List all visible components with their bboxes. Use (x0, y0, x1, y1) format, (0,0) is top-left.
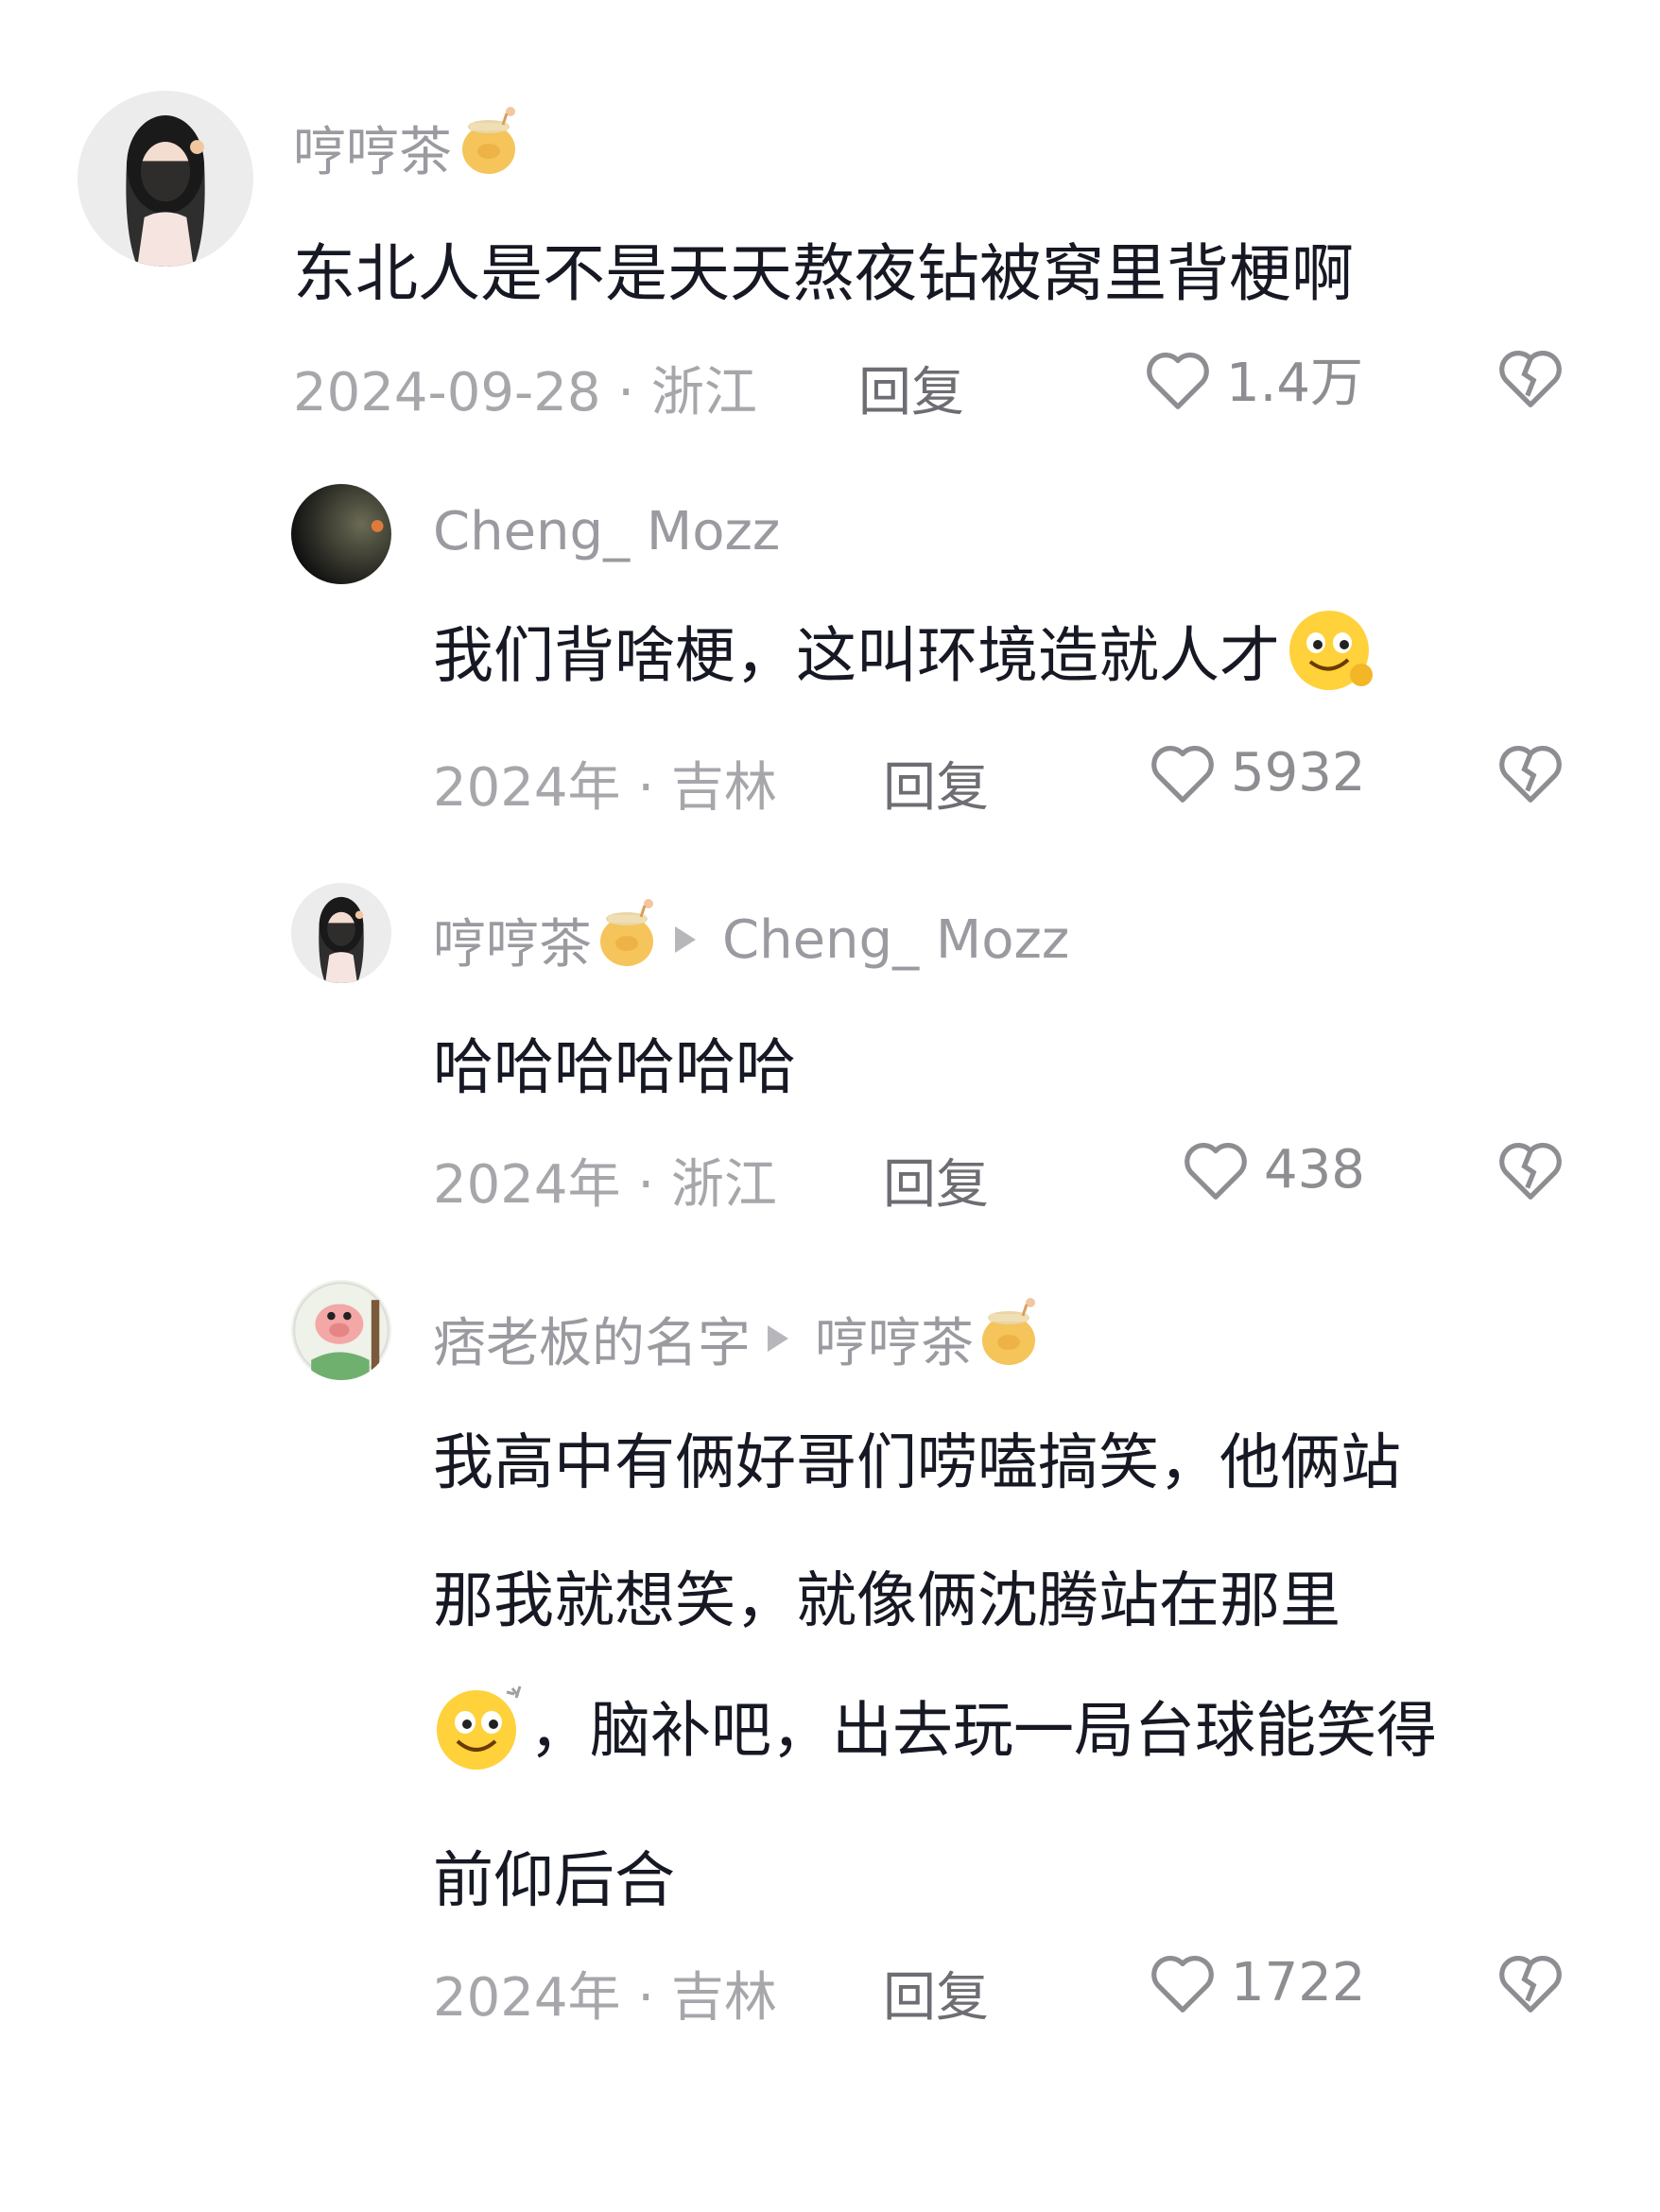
reply-to-name[interactable]: 哼哼茶 (815, 1301, 974, 1377)
smirk-ok-emoji-icon (1284, 607, 1378, 713)
heart-outline-icon (1184, 1143, 1247, 1200)
honey-jar-badge-icon (977, 1297, 1040, 1380)
reply-triangle-icon (675, 926, 696, 953)
comment-content-line: 那我就想笑，就像俩沈腾站在那里 (433, 1566, 1340, 1636)
comment-item: 哼哼茶 东北人是不是天天熬夜钻被窝里背梗啊 2024-09-28 · 浙江 回复… (0, 0, 1660, 423)
like-count: 5932 (1231, 741, 1366, 804)
author-name[interactable]: Cheng_ Mozz (433, 501, 780, 562)
comment-author[interactable]: Cheng_ Mozz (433, 501, 780, 562)
comment-content: 我们背啥梗，这叫环境造就人才 (433, 607, 1378, 713)
content-text: 我们背啥梗，这叫环境造就人才 (433, 621, 1280, 692)
content-text: ，脑补吧，出去玩一局台球能笑得 (529, 1696, 1437, 1767)
comment-meta: 2024年 · 吉林 (433, 1967, 777, 2029)
reply-to-name[interactable]: Cheng_ Mozz (722, 909, 1069, 971)
comment-content-line: 我高中有俩好哥们唠嗑搞笑，他俩站 (433, 1428, 1401, 1498)
heart-outline-icon (1147, 352, 1209, 409)
author-name[interactable]: 哼哼茶 (433, 902, 592, 978)
broken-heart-icon (1499, 351, 1562, 407)
comment-meta: 2024年 · 吉林 (433, 757, 777, 819)
author-name[interactable]: 哼哼茶 (293, 110, 452, 186)
reply-item: 痞老板的名字 哼哼茶 我高中有俩好哥们唠嗑搞笑，他俩站 那我就想笑，就像俩沈腾站… (0, 1257, 1660, 2108)
comment-meta: 2024-09-28 · 浙江 (293, 362, 757, 423)
dislike-button[interactable] (1492, 340, 1569, 418)
heart-outline-icon (1151, 746, 1214, 803)
reply-button[interactable]: 回复 (858, 350, 964, 426)
reply-button[interactable]: 回复 (883, 745, 989, 821)
like-button[interactable]: 438 (1177, 1132, 1365, 1206)
broken-heart-icon (1499, 1956, 1562, 2013)
reply-button[interactable]: 回复 (883, 1142, 989, 1218)
dislike-button[interactable] (1492, 1945, 1569, 2023)
honey-jar-badge-icon (458, 106, 520, 189)
comment-meta: 2024年 · 浙江 (433, 1154, 777, 1216)
comment-author[interactable]: 哼哼茶 Cheng_ Mozz (433, 898, 1069, 981)
like-button[interactable]: 1722 (1144, 1945, 1366, 2019)
comment-author[interactable]: 痞老板的名字 哼哼茶 (433, 1297, 1040, 1380)
broken-heart-icon (1499, 746, 1562, 803)
like-button[interactable]: 5932 (1144, 735, 1366, 809)
like-count: 1722 (1231, 1951, 1366, 2013)
avatar[interactable] (291, 1280, 391, 1380)
comment-content-line: 前仰后合 (433, 1846, 675, 1916)
dislike-button[interactable] (1492, 735, 1569, 813)
author-name[interactable]: 痞老板的名字 (433, 1301, 751, 1377)
reply-triangle-icon (768, 1325, 788, 1352)
avatar[interactable] (291, 883, 391, 983)
comment-content: 东北人是不是天天熬夜钻被窝里背梗啊 (293, 237, 1354, 310)
reply-button[interactable]: 回复 (883, 1955, 989, 2031)
avatar[interactable] (78, 91, 253, 267)
comment-content-line: ，脑补吧，出去玩一局台球能笑得 (433, 1681, 1437, 1789)
heart-outline-icon (1151, 1956, 1214, 2013)
dislike-button[interactable] (1492, 1132, 1569, 1210)
reply-item: 哼哼茶 Cheng_ Mozz 哈哈哈哈哈哈 2024年 · 浙江 回复 438 (0, 860, 1660, 1257)
dizzy-smile-emoji-icon (433, 1681, 527, 1789)
avatar[interactable] (291, 484, 391, 584)
comment-author[interactable]: 哼哼茶 (293, 106, 520, 189)
broken-heart-icon (1499, 1143, 1562, 1200)
like-button[interactable]: 1.4万 (1139, 340, 1363, 417)
like-count: 438 (1264, 1138, 1365, 1201)
comment-content: 哈哈哈哈哈哈 (433, 1033, 796, 1103)
like-count: 1.4万 (1226, 353, 1364, 414)
reply-item: Cheng_ Mozz 我们背啥梗，这叫环境造就人才 2024年 · 吉林 回复… (0, 463, 1660, 860)
honey-jar-badge-icon (596, 898, 658, 981)
